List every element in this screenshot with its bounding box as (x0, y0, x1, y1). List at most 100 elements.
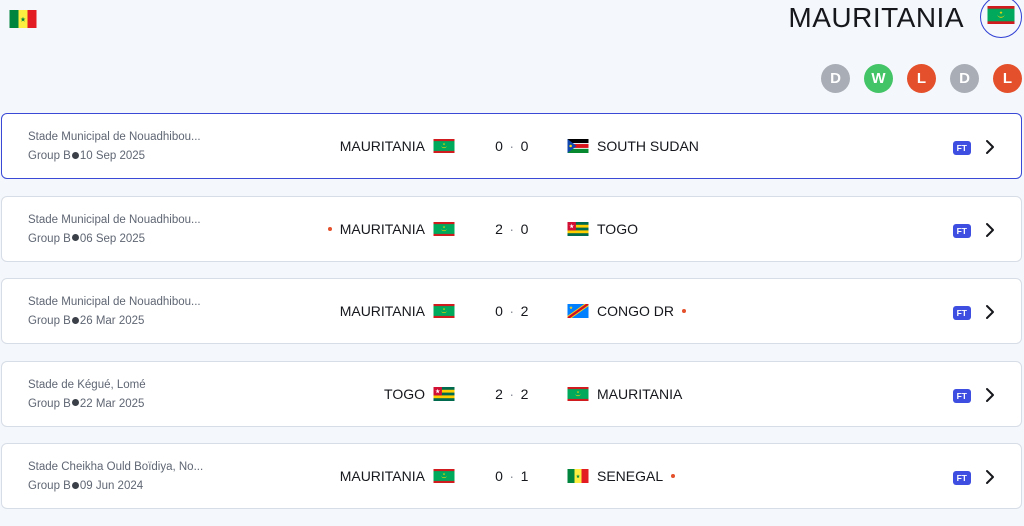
match-date: 22 Mar 2025 (79, 397, 145, 410)
match-meta: Group B 26 Mar 2025 (28, 315, 144, 327)
away-team-name: TOGO (597, 220, 638, 237)
red-card-icon (671, 474, 676, 478)
congo-dr-flag-icon (567, 304, 589, 318)
match-group: Group B (28, 315, 71, 327)
status-badge: FT (952, 471, 971, 485)
senegal-flag-icon (9, 10, 37, 28)
form-guide: DWLDL (821, 64, 1022, 93)
score-separator: · (509, 385, 515, 402)
match-meta: Group B 06 Sep 2025 (28, 233, 145, 245)
match-meta: Group B 10 Sep 2025 (28, 150, 145, 162)
away-score: 2 (520, 303, 529, 319)
mauritania-flag-icon (433, 304, 455, 318)
match-score: 0 · 1 (472, 468, 552, 484)
home-team: MAURITANIA (340, 303, 455, 319)
score-separator: · (509, 138, 515, 154)
score-separator: · (509, 468, 515, 484)
home-team: TOGO (384, 386, 455, 402)
match-row[interactable]: Stade Municipal de Nouadhibou... Group B 2… (1, 278, 1022, 344)
separator-dot-icon (71, 399, 79, 407)
status-badge: FT (952, 306, 971, 320)
match-date: 06 Sep 2025 (79, 232, 146, 245)
away-team: SENEGAL (567, 468, 676, 484)
togo-flag-icon (567, 221, 589, 236)
match-venue: Stade Municipal de Nouadhibou... (28, 213, 201, 226)
home-score: 2 (495, 385, 504, 402)
match-venue: Stade Municipal de Nouadhibou... (28, 296, 201, 308)
match-venue: Stade Cheikha Ould Boïdiya, No... (28, 461, 204, 473)
separator-dot-icon (71, 234, 79, 242)
away-team: MAURITANIA (567, 386, 682, 402)
match-venue: Stade de Kégué, Lomé (28, 378, 146, 391)
chevron-right-icon[interactable] (983, 386, 997, 404)
match-score: 0 · 0 (472, 138, 552, 154)
team-badge[interactable] (980, 0, 1022, 38)
match-date: 26 Mar 2025 (79, 315, 145, 327)
match-list: Stade Municipal de Nouadhibou... Group B 1… (1, 113, 1022, 526)
match-score: 2 · 2 (472, 386, 552, 402)
match-row[interactable]: Stade de Kégué, Lomé Group B 22 Mar 2025 TO… (1, 360, 1022, 427)
away-team: TOGO (567, 221, 638, 237)
match-group: Group B (28, 232, 71, 245)
away-score: 0 (520, 138, 529, 154)
mauritania-flag-icon (567, 386, 589, 401)
mauritania-flag-icon (433, 139, 455, 153)
status-badge: FT (952, 223, 971, 238)
chevron-right-icon[interactable] (983, 221, 997, 239)
away-team-name: MAURITANIA (597, 385, 683, 402)
home-team-name: TOGO (384, 385, 425, 402)
away-team-name: CONGO DR (597, 303, 674, 319)
team-header: MAURITANIA DWLDL (0, 0, 1024, 110)
form-result-badge: L (907, 64, 936, 93)
match-group: Group B (28, 397, 71, 410)
home-score: 2 (495, 220, 504, 237)
match-meta: Group B 09 Jun 2024 (28, 480, 143, 492)
red-card-icon (682, 309, 686, 313)
status-badge: FT (952, 388, 971, 403)
away-team-name: SENEGAL (597, 468, 664, 484)
home-team: MAURITANIA (340, 138, 455, 154)
togo-flag-icon (433, 386, 455, 401)
match-row[interactable]: Stade Municipal de Nouadhibou... Group B 1… (1, 113, 1022, 179)
away-team-name: SOUTH SUDAN (597, 138, 699, 154)
match-row[interactable]: Stade Cheikha Ould Boïdiya, No... Group B… (1, 443, 1022, 509)
form-result-badge: D (950, 64, 979, 93)
mauritania-flag-icon (987, 5, 1015, 29)
senegal-flag-icon (567, 469, 589, 483)
form-result-badge: W (864, 64, 893, 93)
form-result-badge: L (993, 64, 1022, 93)
status-badge: FT (952, 141, 971, 155)
team-title: MAURITANIA (788, 2, 964, 33)
south-sudan-flag-icon (567, 139, 589, 153)
match-score: 0 · 2 (472, 303, 552, 319)
home-team: MAURITANIA (327, 220, 455, 237)
chevron-right-icon[interactable] (983, 468, 997, 486)
separator-dot-icon (71, 481, 79, 489)
form-result-badge: D (821, 64, 850, 93)
match-venue: Stade Municipal de Nouadhibou... (28, 131, 201, 143)
home-team-name: MAURITANIA (339, 220, 425, 237)
away-team: CONGO DR (567, 303, 686, 319)
home-team: MAURITANIA (340, 468, 455, 484)
away-score: 0 (520, 220, 529, 237)
away-team: SOUTH SUDAN (567, 138, 699, 154)
match-group: Group B (28, 480, 71, 492)
separator-dot-icon (71, 151, 79, 159)
away-score: 1 (520, 468, 529, 484)
score-separator: · (509, 303, 515, 319)
home-team-name: MAURITANIA (339, 138, 425, 154)
match-meta: Group B 22 Mar 2025 (28, 398, 144, 410)
mauritania-flag-icon (433, 469, 455, 483)
home-team-name: MAURITANIA (339, 303, 425, 319)
match-group: Group B (28, 150, 71, 162)
match-date: 09 Jun 2024 (79, 480, 144, 492)
chevron-right-icon[interactable] (983, 303, 997, 321)
home-score: 0 (495, 303, 504, 319)
chevron-right-icon[interactable] (983, 138, 997, 156)
match-score: 2 · 0 (472, 221, 552, 237)
home-score: 0 (495, 138, 504, 154)
score-separator: · (509, 220, 515, 237)
separator-dot-icon (71, 316, 79, 324)
match-row[interactable]: Stade Municipal de Nouadhibou... Group B 0… (1, 195, 1022, 262)
away-score: 2 (520, 385, 529, 402)
